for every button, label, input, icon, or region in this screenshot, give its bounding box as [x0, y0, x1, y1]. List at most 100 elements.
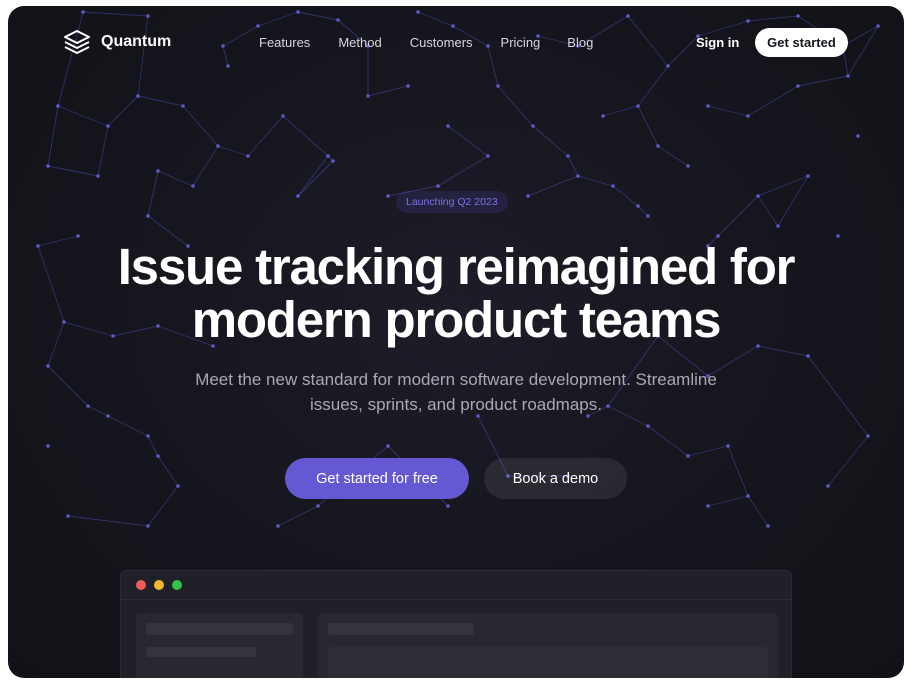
- network-node: [176, 484, 180, 488]
- network-line: [147, 170, 159, 217]
- network-node: [636, 204, 640, 208]
- network-node: [636, 104, 640, 108]
- network-node: [181, 104, 185, 108]
- network-node: [96, 174, 100, 178]
- network-line: [747, 495, 769, 527]
- network-node: [806, 174, 810, 178]
- book-demo-button[interactable]: Book a demo: [484, 458, 627, 499]
- network-line: [107, 415, 149, 437]
- brand-logo[interactable]: Quantum: [63, 28, 171, 56]
- network-node: [566, 154, 570, 158]
- network-line: [67, 515, 149, 527]
- network-line: [577, 175, 614, 187]
- network-node: [766, 524, 770, 528]
- network-line: [612, 185, 639, 207]
- get-started-free-button[interactable]: Get started for free: [285, 458, 469, 499]
- network-node: [646, 424, 650, 428]
- network-line: [447, 125, 489, 157]
- app-preview-window: [120, 570, 792, 678]
- network-node: [366, 94, 370, 98]
- layers-icon: [64, 30, 90, 54]
- network-node: [601, 114, 605, 118]
- network-node: [756, 194, 760, 198]
- network-line: [57, 105, 109, 127]
- network-line: [497, 85, 534, 127]
- network-node: [156, 454, 160, 458]
- hero-subtitle: Meet the new standard for modern softwar…: [8, 367, 904, 417]
- skeleton-block: [328, 647, 768, 678]
- network-node: [796, 84, 800, 88]
- network-line: [277, 505, 319, 527]
- network-line: [757, 195, 779, 227]
- network-node: [646, 214, 650, 218]
- network-node: [686, 164, 690, 168]
- network-line: [217, 145, 249, 157]
- network-line: [282, 115, 329, 157]
- network-node: [191, 184, 195, 188]
- network-node: [531, 124, 535, 128]
- network-node: [216, 144, 220, 148]
- skeleton-line: [328, 623, 474, 635]
- get-started-button[interactable]: Get started: [755, 28, 848, 57]
- launch-badge: Launching Q2 2023: [396, 191, 508, 213]
- network-node: [146, 214, 150, 218]
- brand-name: Quantum: [101, 33, 172, 50]
- network-line: [437, 155, 489, 187]
- network-node: [76, 234, 80, 238]
- network-line: [707, 105, 749, 117]
- network-node: [611, 184, 615, 188]
- network-line: [567, 155, 579, 177]
- network-node: [446, 504, 450, 508]
- network-node: [706, 104, 710, 108]
- hero-subtitle-line-1: Meet the new standard for modern softwar…: [195, 370, 717, 389]
- skeleton-line: [146, 623, 293, 635]
- network-line: [777, 175, 809, 227]
- network-line: [297, 160, 334, 197]
- nav-link-method[interactable]: Method: [338, 35, 381, 50]
- nav-link-customers[interactable]: Customers: [410, 35, 473, 50]
- network-node: [296, 194, 300, 198]
- network-node: [386, 194, 390, 198]
- network-line: [637, 205, 649, 217]
- close-dot-icon: [136, 580, 146, 590]
- maximize-dot-icon: [172, 580, 182, 590]
- network-line: [532, 125, 569, 157]
- network-node: [66, 514, 70, 518]
- sign-in-link[interactable]: Sign in: [696, 35, 739, 50]
- network-node: [746, 114, 750, 118]
- hero-title: Issue tracking reimagined for modern pro…: [8, 240, 904, 346]
- hero-title-line-2: modern product teams: [191, 291, 722, 348]
- network-node: [826, 484, 830, 488]
- network-node: [436, 184, 440, 188]
- preview-sidebar-pane: [136, 613, 303, 678]
- nav-link-features[interactable]: Features: [259, 35, 310, 50]
- network-line: [182, 105, 219, 147]
- network-line: [747, 85, 799, 117]
- network-line: [147, 435, 159, 457]
- hero-title-line-1: Issue tracking reimagined for: [117, 238, 796, 295]
- network-node: [836, 234, 840, 238]
- nav-link-blog[interactable]: Blog: [567, 35, 593, 50]
- nav-link-pricing[interactable]: Pricing: [501, 35, 541, 50]
- network-line: [657, 145, 689, 167]
- network-node: [46, 444, 50, 448]
- network-node: [316, 504, 320, 508]
- network-node: [726, 444, 730, 448]
- network-line: [47, 105, 59, 167]
- network-node: [576, 174, 580, 178]
- network-node: [156, 169, 160, 173]
- network-node: [386, 444, 390, 448]
- network-node: [146, 524, 150, 528]
- network-line: [367, 85, 409, 97]
- network-line: [717, 195, 759, 237]
- network-node: [276, 524, 280, 528]
- network-node: [246, 154, 250, 158]
- network-line: [157, 455, 179, 487]
- network-line: [297, 155, 329, 197]
- preview-titlebar: [121, 571, 791, 600]
- network-node: [46, 164, 50, 168]
- network-line: [827, 435, 869, 487]
- network-line: [47, 165, 99, 177]
- network-line: [527, 175, 579, 197]
- network-line: [247, 115, 284, 157]
